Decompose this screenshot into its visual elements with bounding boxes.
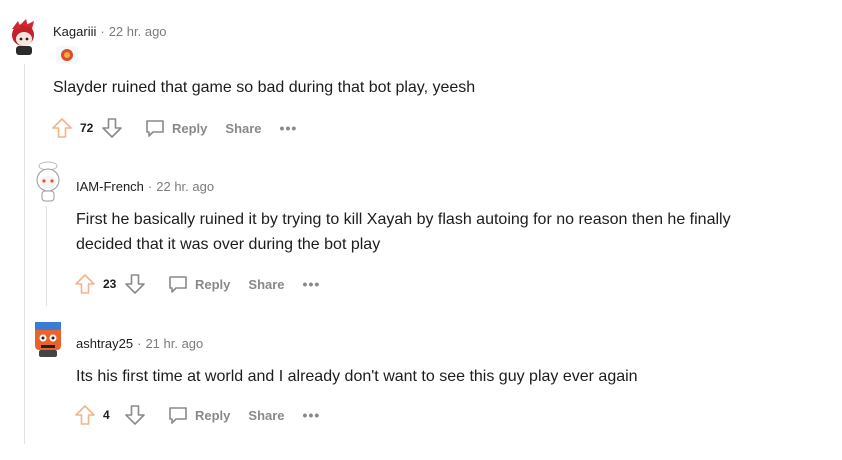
thread-line-root[interactable]: [24, 64, 25, 444]
author-name[interactable]: ashtray25: [76, 336, 133, 351]
vote-score: 23: [103, 277, 117, 291]
more-options-button[interactable]: •••: [303, 276, 321, 292]
meta-separator: ·: [137, 336, 142, 351]
reply-bubble-icon: [146, 120, 164, 137]
timestamp[interactable]: 21 hr. ago: [145, 336, 203, 351]
upvote-icon[interactable]: [73, 272, 97, 296]
comment-actions: 72 Reply Share •••: [50, 114, 297, 142]
thread-line-level2[interactable]: [46, 206, 47, 306]
downvote-icon[interactable]: [123, 403, 147, 427]
comment-body: Its his first time at world and I alread…: [76, 368, 638, 385]
reply-label: Reply: [195, 276, 231, 292]
share-button[interactable]: Share: [248, 277, 284, 292]
comment-body: First he basically ruined it by trying t…: [76, 211, 731, 253]
meta-separator: ·: [147, 179, 153, 194]
share-label: Share: [248, 407, 285, 423]
share-button[interactable]: Share: [225, 121, 261, 136]
upvote-icon[interactable]: [73, 403, 97, 427]
reply-bubble-icon: [169, 407, 187, 424]
share-button[interactable]: Share: [248, 408, 284, 423]
reply-button[interactable]: Reply: [144, 117, 207, 139]
more-dots-icon: •••: [279, 120, 298, 136]
comment-meta: IAM-French · 22 hr. ago: [76, 179, 214, 195]
flair-icon: [61, 49, 73, 61]
share-label: Share: [225, 120, 262, 136]
comment-actions: 4 Reply Share •••: [73, 401, 320, 429]
avatar[interactable]: [30, 318, 66, 357]
more-options-button[interactable]: •••: [303, 407, 321, 423]
reply-label: Reply: [172, 120, 208, 136]
timestamp[interactable]: 22 hr. ago: [109, 24, 167, 39]
comment-meta: Kagariii · 22 hr. ago: [53, 24, 167, 40]
vote-score: 72: [80, 121, 94, 135]
reply-button[interactable]: Reply: [167, 404, 230, 426]
avatar[interactable]: [30, 160, 66, 202]
author-name[interactable]: IAM-French: [76, 179, 144, 194]
comment-actions: 23 Reply Share •••: [73, 270, 320, 298]
meta-separator: ·: [100, 24, 105, 39]
more-dots-icon: •••: [302, 407, 321, 423]
downvote-icon[interactable]: [123, 272, 147, 296]
downvote-icon[interactable]: [100, 116, 124, 140]
reply-label: Reply: [195, 407, 231, 423]
timestamp[interactable]: 22 hr. ago: [156, 179, 214, 194]
reply-bubble-icon: [169, 276, 187, 293]
more-options-button[interactable]: •••: [280, 120, 298, 136]
author-name[interactable]: Kagariii: [53, 24, 96, 39]
avatar[interactable]: [6, 17, 42, 55]
user-flair: [56, 46, 78, 64]
more-dots-icon: •••: [302, 276, 321, 292]
vote-score: 4: [103, 408, 110, 422]
comment-meta: ashtray25 · 21 hr. ago: [76, 336, 203, 352]
upvote-icon[interactable]: [50, 116, 74, 140]
comment-body: Slayder ruined that game so bad during t…: [53, 79, 476, 96]
reply-button[interactable]: Reply: [167, 273, 230, 295]
share-label: Share: [248, 276, 285, 292]
